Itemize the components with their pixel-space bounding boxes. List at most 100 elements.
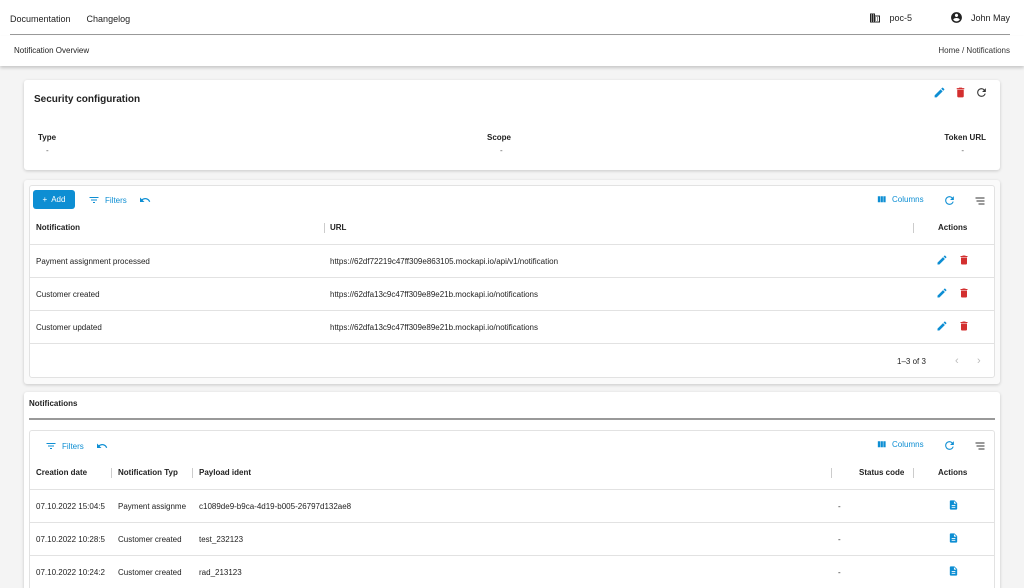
density-icon[interactable] [974,195,986,207]
header-notification[interactable]: Notification [36,223,80,232]
edit-icon[interactable] [936,287,948,299]
delete-icon[interactable] [958,254,970,266]
account-circle-icon[interactable] [950,11,963,24]
top-bar: Documentation Changelog poc-5 John May [0,0,1024,36]
column-separator [831,468,832,478]
header-payload-ident[interactable]: Payload ident [199,468,251,477]
header-actions: Actions [938,468,968,477]
notifications-card: Notifications Filters Columns Creation d… [24,392,1000,588]
notification-config-table: + Add Filters Columns Notification URL A… [29,185,995,378]
payload-cell: c1089de9-b9ca-4d19-b005-26797d132ae8 [199,502,352,511]
edit-icon[interactable] [936,320,948,332]
filter-list-icon [88,194,100,206]
table-row[interactable]: Payment assignment processed https://62d… [30,244,994,277]
table-footer: 1–3 of 3 ‹ › [30,343,994,378]
status-cell: - [838,502,841,511]
type-value: - [46,146,49,155]
view-column-icon [876,439,887,450]
refresh-icon[interactable] [975,86,988,99]
delete-icon[interactable] [958,287,970,299]
scope-label: Scope [487,133,512,142]
user-name[interactable]: John May [971,13,1010,23]
description-icon[interactable] [948,532,959,544]
header-status-code[interactable]: Status code [859,468,904,477]
row-actions [936,254,970,266]
columns-label: Columns [892,440,924,449]
type-cell: Payment assignme [118,502,187,511]
nav-changelog-link[interactable]: Changelog [87,14,131,24]
header-creation-date[interactable]: Creation date [36,468,87,477]
undo-icon[interactable] [138,194,152,206]
row-actions [936,320,970,332]
filters-button[interactable]: Filters [45,440,84,452]
scope-value: - [500,146,503,155]
notification-config-card: + Add Filters Columns Notification URL A… [24,180,1000,384]
status-cell: - [838,535,841,544]
type-cell: Customer created [118,535,182,544]
table-row[interactable]: 07.10.2022 10:28:5 Customer created test… [30,522,994,555]
delete-icon[interactable] [954,86,967,99]
type-label: Type [38,133,57,142]
delete-icon[interactable] [958,320,970,332]
notifications-table: Filters Columns Creation date Notificati… [29,430,995,588]
top-nav: Documentation Changelog [10,14,130,24]
view-column-icon [876,194,887,205]
columns-button[interactable]: Columns [876,439,924,450]
security-actions [933,86,988,99]
notification-cell: Customer created [36,290,100,299]
top-right: poc-5 John May [869,11,1010,24]
divider [29,418,995,420]
notification-cell: Customer updated [36,323,102,332]
type-cell: Customer created [118,568,182,577]
plus-icon: + [42,195,48,204]
column-separator [111,468,112,478]
columns-button[interactable]: Columns [876,194,924,205]
notifications-title: Notifications [29,399,78,408]
edit-icon[interactable] [936,254,948,266]
filters-button[interactable]: Filters [88,194,127,206]
description-icon[interactable] [948,565,959,577]
refresh-icon[interactable] [943,194,956,207]
undo-icon[interactable] [95,440,109,452]
column-separator [913,223,914,233]
token-url-value: - [961,146,964,155]
description-icon[interactable] [948,499,959,511]
chevron-left-icon[interactable]: ‹ [955,355,959,367]
refresh-icon[interactable] [943,439,956,452]
filters-label: Filters [105,195,127,205]
edit-icon[interactable] [933,86,946,99]
row-actions [936,287,970,299]
column-separator [192,468,193,478]
date-cell: 07.10.2022 10:24:2 [36,568,105,577]
filters-label: Filters [62,441,84,451]
add-button[interactable]: + Add [33,190,75,209]
header-url[interactable]: URL [330,223,346,232]
notification-cell: Payment assignment processed [36,257,150,266]
building-icon[interactable] [869,12,881,24]
column-separator [324,223,325,233]
table-row[interactable]: Customer updated https://62dfa13c9c47ff3… [30,310,994,343]
table-row[interactable]: 07.10.2022 15:04:5 Payment assignme c108… [30,489,994,522]
pagination-label: 1–3 of 3 [897,357,926,366]
header-notification-type[interactable]: Notification Typ [118,468,178,477]
tenant-label[interactable]: poc-5 [889,13,912,23]
filter-list-icon [45,440,57,452]
divider [10,34,1010,35]
breadcrumb[interactable]: Home / Notifications [938,46,1010,55]
nav-documentation-link[interactable]: Documentation [10,14,71,24]
column-separator [913,468,914,478]
payload-cell: test_232123 [199,535,244,544]
status-cell: - [838,568,841,577]
sub-header: Notification Overview Home / Notificatio… [0,36,1024,66]
payload-cell: rad_213123 [199,568,242,577]
url-cell: https://62df72219c47ff309e863105.mockapi… [330,257,559,266]
date-cell: 07.10.2022 10:28:5 [36,535,105,544]
table-row[interactable]: 07.10.2022 10:24:2 Customer created rad_… [30,555,994,588]
page-title: Notification Overview [14,46,90,55]
security-configuration-card: Security configuration Type - Scope - To… [24,80,1000,170]
add-button-label: Add [51,195,66,204]
columns-label: Columns [892,195,924,204]
table-row[interactable]: Customer created https://62dfa13c9c47ff3… [30,277,994,310]
density-icon[interactable] [974,440,986,452]
chevron-right-icon[interactable]: › [977,355,981,367]
